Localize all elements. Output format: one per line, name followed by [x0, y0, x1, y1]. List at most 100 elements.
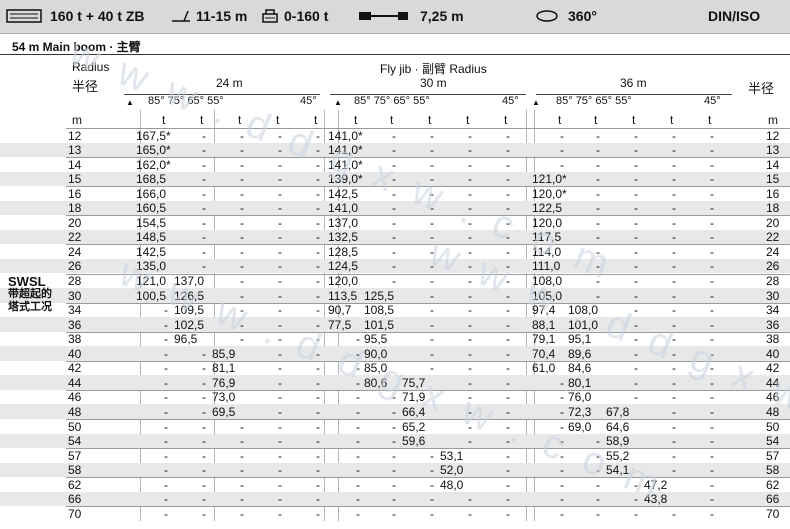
- load-cell: -: [634, 128, 638, 143]
- load-cell: -: [240, 274, 244, 288]
- load-cell: -: [710, 463, 714, 478]
- radius-cell: 14: [68, 157, 82, 172]
- load-cell: 141,0: [328, 201, 359, 216]
- load-cell: -: [596, 492, 600, 507]
- radius-cell: 70: [68, 506, 82, 521]
- load-cell: -: [710, 404, 714, 419]
- radius-cell: 28: [68, 274, 82, 288]
- load-cell: -: [672, 274, 676, 288]
- radius-cell: 38: [68, 332, 82, 347]
- counterweight-text: 0-160 t: [284, 8, 329, 24]
- radius-cell-right: 50: [766, 419, 780, 434]
- load-cell: -: [240, 143, 244, 158]
- radius-cell: 54: [68, 434, 82, 449]
- load-cell: -: [240, 230, 244, 245]
- load-cell: -: [164, 317, 168, 332]
- load-cell: -: [710, 419, 714, 434]
- load-cell: -: [672, 230, 676, 245]
- load-cell: -: [392, 143, 396, 158]
- load-cell: -: [506, 172, 510, 187]
- angle-triangle-icon: ▲: [334, 98, 342, 107]
- load-cell: -: [202, 448, 206, 463]
- load-cell: -: [240, 419, 244, 434]
- load-cell: 96,5: [174, 332, 198, 347]
- unit-t: t: [632, 113, 636, 127]
- load-cell: 85,9: [212, 346, 236, 361]
- load-cell: -: [672, 128, 676, 143]
- row-separator: [66, 477, 790, 479]
- radius-cell-right: 22: [766, 230, 780, 245]
- load-cell: 81,1: [212, 361, 236, 376]
- operating-mode-label: SWSL 带超起的 塔式工况: [8, 275, 52, 314]
- radius-cell-right: 34: [766, 303, 780, 318]
- load-cell: 148,5: [136, 230, 167, 245]
- load-cell: -: [596, 215, 600, 230]
- load-cell: -: [506, 463, 510, 478]
- standard-text: DIN/ISO: [708, 8, 761, 24]
- radius-cell-right: 26: [766, 259, 780, 274]
- load-cell: -: [506, 361, 510, 376]
- load-cell: 76,0: [568, 390, 592, 405]
- load-cell: -: [560, 375, 564, 390]
- radius-cell: 26: [68, 259, 82, 274]
- radius-cell-right: 36: [766, 317, 780, 332]
- load-cell: -: [316, 448, 320, 463]
- load-cell: -: [240, 448, 244, 463]
- load-cell: -: [672, 419, 676, 434]
- load-cell: -: [710, 172, 714, 187]
- load-cell: 160,5: [136, 201, 167, 216]
- load-cell: -: [506, 143, 510, 158]
- load-cell: -: [202, 375, 206, 390]
- load-cell: -: [710, 434, 714, 449]
- load-cell: -: [430, 492, 434, 507]
- load-cell: -: [672, 303, 676, 318]
- load-cell: -: [672, 201, 676, 216]
- load-cell: -: [596, 128, 600, 143]
- radius-cell-right: 70: [766, 506, 780, 521]
- load-cell: -: [240, 186, 244, 201]
- load-cell: -: [392, 128, 396, 143]
- radius-cell-right: 38: [766, 332, 780, 347]
- load-cell: -: [392, 259, 396, 274]
- radius-cell: 44: [68, 375, 82, 390]
- radius-cell: 22: [68, 230, 82, 245]
- load-cell: 69,5: [212, 404, 236, 419]
- load-cell: -: [560, 492, 564, 507]
- jib-range-text: 11-15 m: [196, 8, 248, 24]
- radius-cell: 57: [68, 448, 82, 463]
- load-cell: -: [240, 492, 244, 507]
- load-cell: -: [202, 477, 206, 492]
- load-cell: -: [596, 506, 600, 521]
- load-cell: 61,0: [532, 361, 556, 376]
- load-cell: 125,5: [364, 288, 395, 303]
- load-cell: -: [202, 390, 206, 405]
- load-cell: -: [316, 434, 320, 449]
- load-cell: -: [392, 230, 396, 245]
- row-separator: [66, 128, 790, 129]
- load-cell: -: [202, 419, 206, 434]
- load-cell: -: [278, 463, 282, 478]
- load-cell: -: [164, 390, 168, 405]
- load-cell: 120,0: [328, 274, 359, 288]
- angle-end-30: 45°: [502, 95, 519, 107]
- load-cell: -: [672, 244, 676, 259]
- load-cell: -: [164, 346, 168, 361]
- load-cell: -: [392, 215, 396, 230]
- load-cell: -: [596, 157, 600, 172]
- load-cell: -: [672, 506, 676, 521]
- load-cell: -: [710, 157, 714, 172]
- mode-en: SWSL: [8, 274, 46, 289]
- angles-36: 85° 75° 65° 55°: [556, 95, 632, 107]
- load-cell: -: [468, 128, 472, 143]
- load-cell: -: [710, 492, 714, 507]
- load-cell: -: [430, 157, 434, 172]
- angle-end-24: 45°: [300, 95, 317, 107]
- radius-cell-right: 28: [766, 274, 780, 288]
- load-cell: -: [634, 506, 638, 521]
- radius-cell: 58: [68, 463, 82, 478]
- load-cell: -: [392, 404, 396, 419]
- load-cell: -: [278, 506, 282, 521]
- load-cell: 67,8: [606, 404, 630, 419]
- load-cell: -: [278, 375, 282, 390]
- load-cell: -: [316, 492, 320, 507]
